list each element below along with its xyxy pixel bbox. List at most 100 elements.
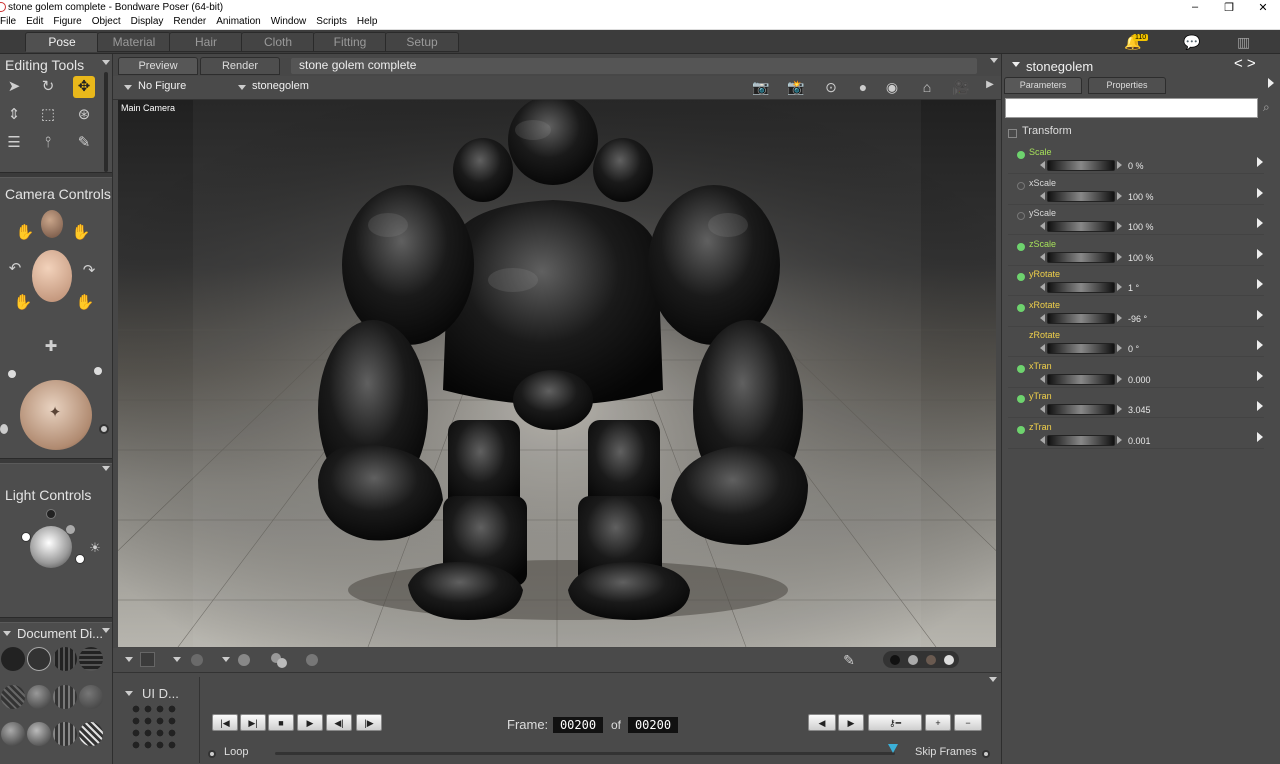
- decrement-arrow-icon[interactable]: [1040, 222, 1045, 230]
- tab-setup[interactable]: Setup: [385, 32, 459, 52]
- increment-arrow-icon[interactable]: [1117, 191, 1122, 200]
- tab-pose[interactable]: Pose: [25, 32, 99, 52]
- increment-arrow-icon[interactable]: [1117, 161, 1122, 169]
- parameter-value[interactable]: 100 %: [1128, 222, 1154, 232]
- left-hand-close-icon[interactable]: ✋: [12, 292, 34, 314]
- decrement-arrow-icon[interactable]: [1040, 313, 1045, 322]
- move-xz-camera-icon[interactable]: ✚: [40, 336, 62, 358]
- panel-divider[interactable]: [0, 458, 112, 464]
- ui-memory-dots[interactable]: [130, 703, 178, 751]
- prev-key-button[interactable]: ◀: [808, 714, 836, 731]
- wireframe-display-icon[interactable]: [53, 647, 77, 671]
- increment-arrow-icon[interactable]: [1117, 344, 1122, 352]
- right-hand-close-icon[interactable]: ✋: [74, 292, 96, 314]
- camera-lock-dot[interactable]: [0, 424, 8, 434]
- menu-animation[interactable]: Animation: [211, 16, 265, 27]
- taper-tool-icon[interactable]: ☰: [3, 132, 25, 154]
- background-swatch[interactable]: [140, 652, 155, 667]
- light-sphere-icon[interactable]: [30, 526, 72, 568]
- actor-dropdown-icon[interactable]: [238, 85, 246, 90]
- light-handle[interactable]: [46, 509, 56, 519]
- decrement-arrow-icon[interactable]: [1040, 252, 1045, 261]
- parameter-dial[interactable]: [1047, 221, 1115, 232]
- parameter-key-dot[interactable]: [1017, 395, 1025, 403]
- parameter-dial[interactable]: [1047, 312, 1115, 324]
- figure-style-dropdown-icon[interactable]: [222, 657, 230, 662]
- play-reverse-button[interactable]: ▶|: [240, 714, 266, 731]
- parameter-dial[interactable]: [1047, 282, 1115, 293]
- tab-hair[interactable]: Hair: [169, 32, 243, 52]
- display-style-ball[interactable]: [191, 654, 203, 666]
- parameter-dial[interactable]: [1047, 190, 1115, 202]
- parameter-dial[interactable]: [1047, 434, 1115, 446]
- right-hand-camera-icon[interactable]: ✋: [70, 222, 92, 244]
- twist-tool-icon[interactable]: ⊛: [73, 104, 95, 126]
- tab-preview[interactable]: Preview: [118, 57, 198, 75]
- parameter-key-dot[interactable]: [1017, 212, 1025, 220]
- parameter-menu-icon[interactable]: [1257, 248, 1263, 259]
- parameter-key-dot[interactable]: [1017, 273, 1025, 281]
- increment-arrow-icon[interactable]: [1117, 374, 1122, 383]
- hidden-line-display-icon[interactable]: [79, 647, 103, 671]
- decrement-arrow-icon[interactable]: [1040, 374, 1045, 383]
- actor-dropdown-icon[interactable]: [1012, 62, 1020, 67]
- tab-cloth[interactable]: Cloth: [241, 32, 315, 52]
- menu-window[interactable]: Window: [266, 16, 312, 27]
- decrement-arrow-icon[interactable]: [1040, 405, 1045, 413]
- increment-arrow-icon[interactable]: [1117, 405, 1122, 413]
- increment-arrow-icon[interactable]: [1117, 252, 1122, 261]
- translate-move-tool-icon[interactable]: ✥: [73, 76, 95, 98]
- maximize-button[interactable]: ❐: [1212, 1, 1246, 14]
- figure-selector[interactable]: No Figure: [138, 80, 186, 92]
- panel-menu-icon[interactable]: [102, 628, 110, 633]
- parameter-key-dot[interactable]: [1017, 364, 1025, 373]
- next-key-button[interactable]: ▶: [838, 714, 864, 731]
- bg-color-brown[interactable]: [926, 655, 936, 665]
- parameter-value[interactable]: 0.001: [1128, 436, 1151, 446]
- parameter-dial[interactable]: [1047, 343, 1115, 354]
- sun-light-icon[interactable]: ☀: [84, 537, 106, 559]
- parameter-menu-icon[interactable]: [1257, 279, 1263, 289]
- scale-tool-icon[interactable]: ⬚: [37, 104, 59, 126]
- menu-file[interactable]: File: [0, 16, 21, 27]
- parameter-menu-icon[interactable]: [1257, 218, 1263, 228]
- element-style-ball[interactable]: [277, 658, 287, 668]
- bg-color-gray[interactable]: [908, 655, 918, 665]
- camera-option-dot[interactable]: [8, 370, 16, 378]
- parameter-value[interactable]: 0.000: [1128, 375, 1151, 385]
- smooth-lined-display-icon[interactable]: [27, 722, 51, 746]
- play-button[interactable]: ▶: [297, 714, 323, 731]
- next-keyframe-button[interactable]: |▶: [356, 714, 382, 731]
- select-arrow-tool-icon[interactable]: ➤: [3, 76, 25, 98]
- parameter-key-dot[interactable]: [1017, 181, 1025, 190]
- menu-help[interactable]: Help: [352, 16, 383, 27]
- skin-render-icon[interactable]: ◉: [881, 79, 903, 97]
- rotate-left-camera-icon[interactable]: ↶: [4, 258, 26, 280]
- head-camera-small-icon[interactable]: [41, 210, 63, 238]
- prev-next-actor-icon[interactable]: < >: [1234, 55, 1256, 72]
- element-style-ball[interactable]: [306, 654, 318, 666]
- parameter-key-dot[interactable]: [1017, 151, 1025, 159]
- actor-name[interactable]: stonegolem: [1026, 59, 1093, 74]
- parameter-menu-icon[interactable]: [1257, 157, 1263, 167]
- parameter-value[interactable]: 0 °: [1128, 344, 1139, 354]
- bg-color-black[interactable]: [890, 655, 900, 665]
- display-style-dropdown-icon[interactable]: [173, 657, 181, 662]
- menu-figure[interactable]: Figure: [48, 16, 86, 27]
- flat-shaded-display-icon[interactable]: [27, 685, 51, 709]
- increment-arrow-icon[interactable]: [1117, 435, 1122, 444]
- decrement-arrow-icon[interactable]: [1040, 344, 1045, 352]
- parameter-menu-icon[interactable]: [1257, 340, 1263, 350]
- search-icon[interactable]: ⌕: [1263, 100, 1270, 115]
- parameter-menu-icon[interactable]: [1257, 309, 1263, 320]
- collapse-tri-icon[interactable]: [3, 631, 11, 636]
- camera-option-dot[interactable]: [94, 367, 102, 375]
- add-keyframe-button[interactable]: +: [925, 714, 951, 731]
- decrement-arrow-icon[interactable]: [1040, 435, 1045, 444]
- menu-object[interactable]: Object: [87, 16, 126, 27]
- parameter-key-dot[interactable]: [1017, 303, 1025, 312]
- increment-arrow-icon[interactable]: [1117, 313, 1122, 322]
- light-handle[interactable]: [21, 532, 31, 542]
- parameter-value[interactable]: 0 %: [1128, 161, 1144, 171]
- parameter-dial[interactable]: [1047, 160, 1115, 171]
